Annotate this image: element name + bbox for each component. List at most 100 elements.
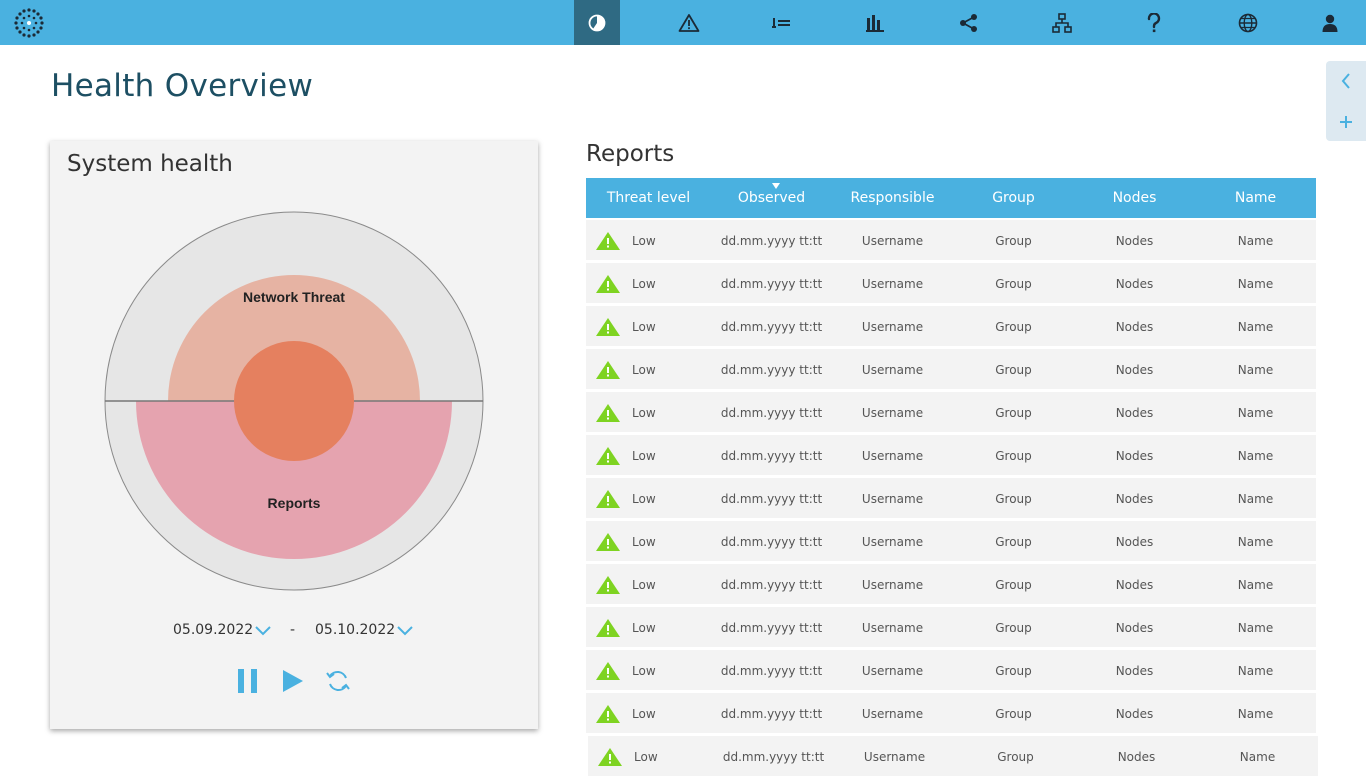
threat-level-cell: Low: [632, 578, 656, 592]
table-row[interactable]: Low dd.mm.yyyy tt:tt Username Group Nodes Nam…: [586, 306, 1316, 346]
nodes-cell: Nodes: [1115, 664, 1154, 678]
column-observed[interactable]: Observed: [711, 190, 832, 206]
name-cell: Name: [1239, 750, 1276, 764]
sort-descending-icon: [772, 183, 780, 189]
nodes-cell: Nodes: [1115, 621, 1154, 635]
nodes-cell: Nodes: [1115, 234, 1154, 248]
top-navigation-bar: [0, 0, 1366, 45]
warning-triangle-icon: [596, 576, 620, 594]
group-cell: Group: [995, 449, 1032, 463]
logo-icon[interactable]: [12, 7, 46, 39]
reports-segment-label: Reports: [268, 495, 321, 511]
group-cell: Group: [995, 234, 1032, 248]
nodes-cell: Nodes: [1115, 535, 1154, 549]
threat-level-cell: Low: [632, 535, 656, 549]
nav-list[interactable]: [759, 0, 805, 45]
observed-cell: dd.mm.yyyy tt:tt: [720, 449, 823, 463]
responsible-cell: Username: [861, 621, 924, 635]
dashboard-icon: [588, 14, 606, 31]
table-row[interactable]: Low dd.mm.yyyy tt:tt Username Group Nodes Nam…: [588, 736, 1318, 776]
nodes-cell: Nodes: [1115, 277, 1154, 291]
nav-user[interactable]: [1307, 0, 1353, 45]
table-row[interactable]: Low dd.mm.yyyy tt:tt Username Group Nodes Nam…: [586, 349, 1316, 389]
table-row[interactable]: Low dd.mm.yyyy tt:tt Username Group Nodes Nam…: [586, 478, 1316, 518]
responsible-cell: Username: [863, 750, 926, 764]
responsible-cell: Username: [861, 320, 924, 334]
table-row[interactable]: Low dd.mm.yyyy tt:tt Username Group Nodes Nam…: [586, 263, 1316, 303]
warning-icon: [678, 13, 700, 32]
group-cell: Group: [995, 621, 1032, 635]
observed-cell: dd.mm.yyyy tt:tt: [720, 234, 823, 248]
column-responsible[interactable]: Responsible: [832, 190, 953, 206]
nav-alerts[interactable]: [666, 0, 712, 45]
group-cell: Group: [997, 750, 1034, 764]
table-row[interactable]: Low dd.mm.yyyy tt:tt Username Group Nodes Nam…: [586, 693, 1316, 733]
observed-cell: dd.mm.yyyy tt:tt: [720, 707, 823, 721]
group-cell: Group: [995, 277, 1032, 291]
observed-cell: dd.mm.yyyy tt:tt: [720, 535, 823, 549]
core-circle[interactable]: [234, 341, 354, 461]
observed-cell: dd.mm.yyyy tt:tt: [720, 320, 823, 334]
nav-help[interactable]: [1131, 0, 1177, 45]
observed-cell: dd.mm.yyyy tt:tt: [720, 621, 823, 635]
warning-triangle-icon: [596, 404, 620, 422]
name-cell: Name: [1237, 492, 1274, 506]
date-separator: -: [290, 622, 296, 638]
group-cell: Group: [995, 707, 1032, 721]
table-row[interactable]: Low dd.mm.yyyy tt:tt Username Group Nodes Nam…: [586, 650, 1316, 690]
reports-table-header: Threat level Observed Responsible Group …: [586, 178, 1316, 218]
name-cell: Name: [1237, 277, 1274, 291]
table-row[interactable]: Low dd.mm.yyyy tt:tt Username Group Nodes Nam…: [586, 607, 1316, 647]
threat-level-cell: Low: [632, 707, 656, 721]
responsible-cell: Username: [861, 578, 924, 592]
date-from-value[interactable]: 05.09.2022: [173, 622, 253, 638]
network-icon: [1052, 12, 1072, 33]
name-cell: Name: [1237, 707, 1274, 721]
group-cell: Group: [995, 320, 1032, 334]
threat-level-cell: Low: [632, 363, 656, 377]
reports-title: Reports: [586, 141, 675, 167]
bar-chart-icon: [866, 14, 884, 32]
table-row[interactable]: Low dd.mm.yyyy tt:tt Username Group Nodes Nam…: [586, 435, 1316, 475]
nodes-cell: Nodes: [1115, 320, 1154, 334]
nodes-cell: Nodes: [1115, 449, 1154, 463]
column-name[interactable]: Name: [1195, 190, 1316, 206]
nav-dashboard[interactable]: [574, 0, 620, 45]
group-cell: Group: [995, 492, 1032, 506]
warning-triangle-icon: [596, 662, 620, 680]
warning-triangle-icon: [596, 490, 620, 508]
table-row[interactable]: Low dd.mm.yyyy tt:tt Username Group Nodes Nam…: [586, 392, 1316, 432]
chevron-down-icon[interactable]: [396, 623, 414, 637]
refresh-button[interactable]: [325, 665, 351, 697]
date-to-value[interactable]: 05.10.2022: [315, 622, 395, 638]
warning-triangle-icon: [596, 361, 620, 379]
network-threat-label: Network Threat: [243, 289, 345, 305]
column-threat-level[interactable]: Threat level: [588, 190, 709, 206]
add-button[interactable]: [1336, 112, 1356, 132]
table-row[interactable]: Low dd.mm.yyyy tt:tt Username Group Nodes Nam…: [586, 220, 1316, 260]
plus-icon: [1340, 116, 1352, 128]
column-nodes[interactable]: Nodes: [1074, 190, 1195, 206]
threat-level-cell: Low: [632, 492, 656, 506]
group-cell: Group: [995, 363, 1032, 377]
health-diagram: Network Threat Reports: [104, 211, 484, 591]
date-range: 05.09.2022 - 05.10.2022: [50, 619, 538, 643]
collapse-panel-button[interactable]: [1336, 71, 1356, 91]
nav-language[interactable]: [1225, 0, 1271, 45]
nav-statistics[interactable]: [852, 0, 898, 45]
responsible-cell: Username: [861, 492, 924, 506]
threat-level-cell: Low: [632, 621, 656, 635]
column-group[interactable]: Group: [953, 190, 1074, 206]
nav-share[interactable]: [946, 0, 992, 45]
table-row[interactable]: Low dd.mm.yyyy tt:tt Username Group Nodes Nam…: [586, 521, 1316, 561]
nav-network[interactable]: [1039, 0, 1085, 45]
table-row[interactable]: Low dd.mm.yyyy tt:tt Username Group Nodes Nam…: [586, 564, 1316, 604]
name-cell: Name: [1237, 406, 1274, 420]
pause-button[interactable]: [236, 665, 260, 697]
warning-triangle-icon: [596, 318, 620, 336]
chevron-down-icon[interactable]: [254, 623, 272, 637]
name-cell: Name: [1237, 363, 1274, 377]
name-cell: Name: [1237, 621, 1274, 635]
play-button[interactable]: [280, 665, 306, 697]
group-cell: Group: [995, 578, 1032, 592]
